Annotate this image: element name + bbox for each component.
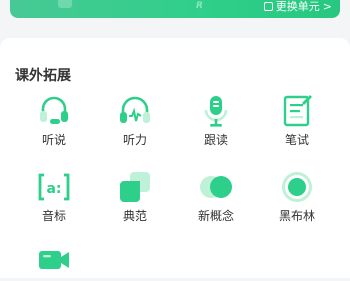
feature-label: 听说 — [41, 133, 66, 147]
headphones-icon — [120, 96, 150, 123]
phonetic-icon: a: — [38, 173, 70, 201]
feature-item-tingli[interactable]: 听力 — [105, 93, 165, 147]
feature-label: 跟读 — [203, 133, 228, 147]
notebook-pen-icon — [283, 95, 312, 127]
feature-item-gendu[interactable]: 跟读 — [186, 93, 246, 147]
feature-item-heibulin[interactable]: 黑布林 — [267, 169, 327, 223]
extension-card: 课外拓展 听说 听力 跟读 笔试 a: 音标 典范 新概念 黑布林 — [0, 38, 350, 278]
feature-item-video[interactable] — [24, 241, 84, 281]
switch-unit-label: 更换单元 — [275, 0, 320, 13]
feature-label: 新概念 — [197, 209, 234, 223]
feature-label: 典范 — [122, 209, 147, 223]
feature-label: 黑布林 — [278, 209, 315, 223]
svg-text:a:: a: — [46, 181, 61, 197]
switch-icon — [263, 1, 273, 11]
section-title: 课外拓展 — [15, 68, 71, 84]
headset-icon — [40, 96, 68, 124]
chevron-right-icon: > — [322, 0, 332, 13]
cards-icon — [120, 172, 150, 202]
banner-decoration — [58, 0, 72, 8]
feature-item-tingshuo[interactable]: 听说 — [24, 93, 84, 147]
feature-label: 听力 — [122, 133, 147, 147]
banner-decoration-letter: R — [196, 1, 203, 11]
feature-item-xingainian[interactable]: 新概念 — [186, 169, 246, 223]
feature-item-yinbiao[interactable]: a: 音标 — [24, 169, 84, 223]
feature-label: 笔试 — [284, 133, 309, 147]
feature-label: 音标 — [41, 209, 66, 223]
record-icon — [282, 172, 312, 202]
top-banner: R 更换单元 > — [10, 0, 340, 18]
circles-icon — [200, 176, 232, 198]
feature-item-bishi[interactable]: 笔试 — [267, 93, 327, 147]
switch-unit-button[interactable]: 更换单元 > — [263, 0, 332, 13]
video-camera-icon — [39, 251, 69, 269]
microphone-icon — [204, 96, 228, 127]
feature-item-dianfan[interactable]: 典范 — [105, 169, 165, 223]
